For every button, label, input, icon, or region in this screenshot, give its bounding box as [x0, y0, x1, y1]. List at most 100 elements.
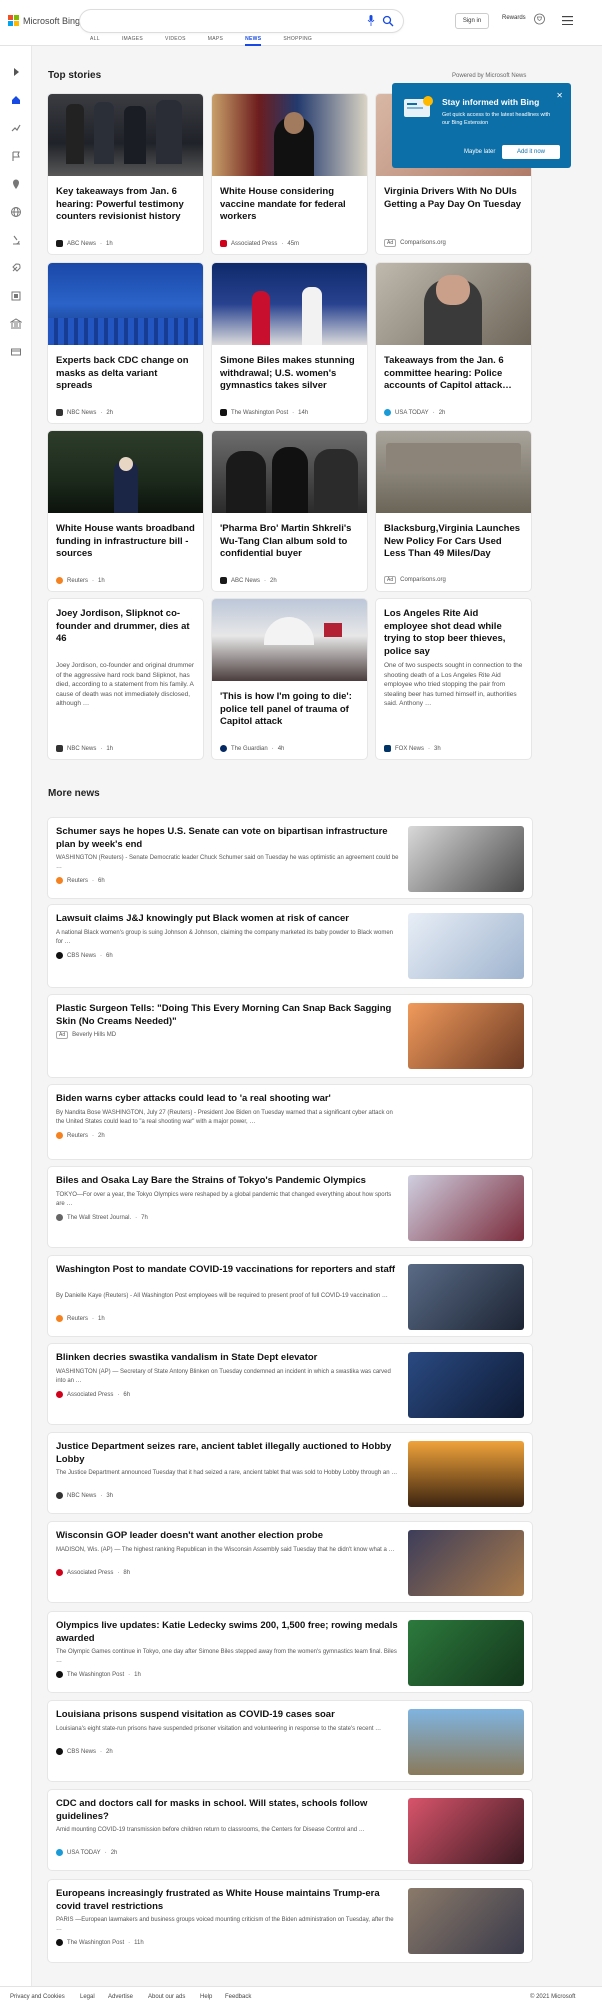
news-title[interactable]: Lawsuit claims J&J knowingly put Black w… — [56, 913, 401, 926]
news-image[interactable] — [408, 826, 524, 892]
story-card[interactable]: White House considering vaccine mandate … — [212, 94, 367, 254]
story-title[interactable]: Simone Biles makes stunning withdrawal; … — [220, 355, 359, 393]
story-card[interactable]: Key takeaways from Jan. 6 hearing: Power… — [48, 94, 203, 254]
search-input[interactable] — [80, 10, 403, 32]
news-title[interactable]: Blinken decries swastika vandalism in St… — [56, 1352, 401, 1365]
news-row[interactable]: Lawsuit claims J&J knowingly put Black w… — [48, 905, 532, 987]
news-title[interactable]: Wisconsin GOP leader doesn't want anothe… — [56, 1530, 401, 1543]
news-row[interactable]: Schumer says he hopes U.S. Senate can vo… — [48, 818, 532, 898]
card-icon[interactable] — [10, 346, 22, 358]
story-title[interactable]: Joey Jordison, Slipknot co-founder and d… — [56, 608, 195, 646]
tab-all[interactable]: ALL — [90, 36, 100, 42]
news-row[interactable]: Washington Post to mandate COVID-19 vacc… — [48, 1256, 532, 1336]
story-title[interactable]: 'This is how I'm going to die': police t… — [220, 691, 359, 729]
news-image[interactable] — [408, 1888, 524, 1954]
story-card[interactable]: Experts back CDC change on masks as delt… — [48, 263, 203, 423]
hamburger-menu-icon[interactable] — [562, 16, 573, 25]
news-title[interactable]: Olympics live updates: Katie Ledecky swi… — [56, 1620, 401, 1645]
tab-shopping[interactable]: SHOPPING — [283, 36, 312, 42]
sign-in-button[interactable]: Sign in — [455, 13, 489, 29]
story-card[interactable]: Takeaways from the Jan. 6 committee hear… — [376, 263, 531, 423]
microscope-icon[interactable] — [10, 234, 22, 246]
story-card[interactable]: Simone Biles makes stunning withdrawal; … — [212, 263, 367, 423]
news-image[interactable] — [408, 1709, 524, 1775]
footer-link-feedback[interactable]: Feedback — [225, 1994, 251, 2000]
top-header: Microsoft Bing Sign in Rewards ALL IMAGE… — [0, 0, 602, 46]
news-title[interactable]: Plastic Surgeon Tells: "Doing This Every… — [56, 1003, 401, 1028]
news-snippet: By Nandita Bose WASHINGTON, July 27 (Reu… — [56, 1110, 393, 1125]
story-title[interactable]: Key takeaways from Jan. 6 hearing: Power… — [56, 186, 195, 224]
story-card[interactable]: Blacksburg,Virginia Launches New Policy … — [376, 431, 531, 591]
news-title[interactable]: Europeans increasingly frustrated as Whi… — [56, 1888, 401, 1913]
story-title[interactable]: White House wants broadband funding in i… — [56, 523, 195, 561]
news-row[interactable]: Wisconsin GOP leader doesn't want anothe… — [48, 1522, 532, 1602]
footer-link-legal[interactable]: Legal — [80, 1994, 95, 2000]
news-image[interactable] — [408, 1530, 524, 1596]
footer-link-advertise[interactable]: Advertise — [108, 1994, 133, 2000]
footer-link-about-ads[interactable]: About our ads — [148, 1994, 185, 2000]
home-icon[interactable] — [10, 94, 22, 106]
news-image[interactable] — [408, 1175, 524, 1241]
film-icon[interactable] — [10, 290, 22, 302]
news-row[interactable]: Louisiana prisons suspend visitation as … — [48, 1701, 532, 1781]
story-card[interactable]: Los Angeles Rite Aid employee shot dead … — [376, 599, 531, 759]
news-image[interactable] — [408, 1620, 524, 1686]
news-title[interactable]: Biden warns cyber attacks could lead to … — [56, 1093, 401, 1106]
rewards-trophy-icon[interactable] — [534, 13, 545, 25]
bank-icon[interactable] — [10, 318, 22, 330]
news-image[interactable] — [408, 913, 524, 979]
story-title[interactable]: Virginia Drivers With No DUIs Getting a … — [384, 186, 523, 211]
news-row[interactable]: Justice Department seizes rare, ancient … — [48, 1433, 532, 1513]
news-title[interactable]: CDC and doctors call for masks in school… — [56, 1798, 401, 1823]
news-row[interactable]: Plastic Surgeon Tells: "Doing This Every… — [48, 995, 532, 1077]
news-image[interactable] — [408, 1264, 524, 1330]
tab-images[interactable]: IMAGES — [122, 36, 143, 42]
news-row[interactable]: Europeans increasingly frustrated as Whi… — [48, 1880, 532, 1962]
tab-maps[interactable]: MAPS — [208, 36, 223, 42]
rewards-link[interactable]: Rewards — [502, 15, 526, 21]
close-icon[interactable]: ✕ — [556, 91, 563, 100]
maybe-later-button[interactable]: Maybe later — [464, 149, 495, 155]
rocket-icon[interactable] — [10, 262, 22, 274]
bing-logo[interactable]: Microsoft Bing — [8, 15, 80, 26]
news-row[interactable]: Biden warns cyber attacks could lead to … — [48, 1085, 532, 1159]
expand-sidebar-icon[interactable] — [10, 66, 22, 78]
news-title[interactable]: Biles and Osaka Lay Bare the Strains of … — [56, 1175, 401, 1188]
news-title[interactable]: Justice Department seizes rare, ancient … — [56, 1441, 401, 1466]
location-pin-icon[interactable] — [10, 178, 22, 190]
story-card[interactable]: 'This is how I'm going to die': police t… — [212, 599, 367, 759]
news-snippet: TOKYO—For over a year, the Tokyo Olympic… — [56, 1192, 392, 1207]
news-image[interactable] — [408, 1003, 524, 1069]
microphone-icon[interactable] — [367, 15, 375, 26]
news-row[interactable]: CDC and doctors call for masks in school… — [48, 1790, 532, 1870]
search-icon[interactable] — [382, 15, 394, 27]
news-image[interactable] — [408, 1441, 524, 1507]
add-extension-button[interactable]: Add it now — [502, 145, 560, 159]
news-row[interactable]: Olympics live updates: Katie Ledecky swi… — [48, 1612, 532, 1692]
story-card[interactable]: 'Pharma Bro' Martin Shkreli's Wu-Tang Cl… — [212, 431, 367, 591]
source-logo-icon — [56, 1132, 63, 1139]
news-row[interactable]: Biles and Osaka Lay Bare the Strains of … — [48, 1167, 532, 1247]
globe-icon[interactable] — [10, 206, 22, 218]
news-image[interactable] — [408, 1798, 524, 1864]
search-tabs: ALL IMAGES VIDEOS MAPS NEWS SHOPPING — [90, 36, 334, 46]
story-title[interactable]: Takeaways from the Jan. 6 committee hear… — [384, 355, 523, 393]
flag-icon[interactable] — [10, 150, 22, 162]
story-title[interactable]: Experts back CDC change on masks as delt… — [56, 355, 195, 393]
story-title[interactable]: Los Angeles Rite Aid employee shot dead … — [384, 608, 523, 658]
story-card[interactable]: White House wants broadband funding in i… — [48, 431, 203, 591]
story-title[interactable]: White House considering vaccine mandate … — [220, 186, 359, 224]
story-title[interactable]: Blacksburg,Virginia Launches New Policy … — [384, 523, 523, 561]
tab-news[interactable]: NEWS — [245, 36, 262, 46]
trending-icon[interactable] — [10, 122, 22, 134]
news-title[interactable]: Louisiana prisons suspend visitation as … — [56, 1709, 401, 1722]
news-title[interactable]: Schumer says he hopes U.S. Senate can vo… — [56, 826, 401, 851]
footer-link-help[interactable]: Help — [200, 1994, 212, 2000]
footer-link-privacy[interactable]: Privacy and Cookies — [10, 1994, 65, 2000]
story-title[interactable]: 'Pharma Bro' Martin Shkreli's Wu-Tang Cl… — [220, 523, 359, 561]
story-card[interactable]: Joey Jordison, Slipknot co-founder and d… — [48, 599, 203, 759]
news-image[interactable] — [408, 1352, 524, 1418]
news-title[interactable]: Washington Post to mandate COVID-19 vacc… — [56, 1264, 401, 1277]
tab-videos[interactable]: VIDEOS — [165, 36, 186, 42]
news-row[interactable]: Blinken decries swastika vandalism in St… — [48, 1344, 532, 1424]
